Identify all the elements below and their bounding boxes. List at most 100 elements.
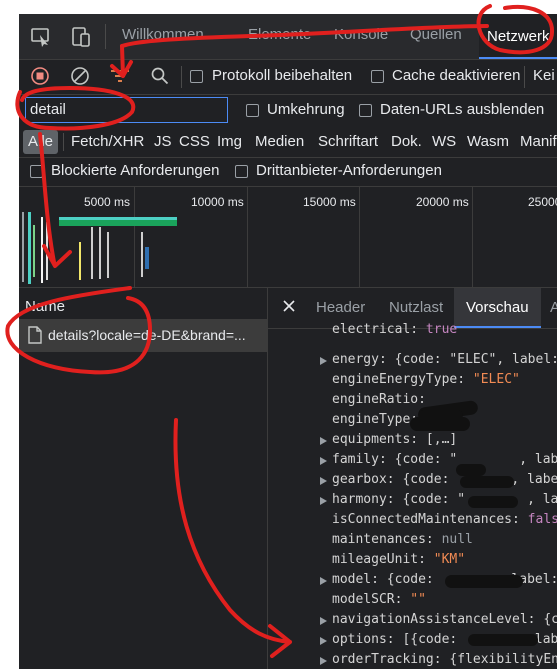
tab-payload[interactable]: Nutzlast xyxy=(389,299,443,316)
json-line-family[interactable]: family: {code: ", label: " xyxy=(332,452,557,467)
json-line-orderTracking[interactable]: orderTracking: {flexibilityEnd xyxy=(332,652,557,667)
expand-triangle-icon[interactable] xyxy=(320,457,327,465)
json-value: [{code: xyxy=(394,632,458,647)
type-all[interactable]: Alle xyxy=(23,130,59,154)
disable-cache-label: Cache deaktivieren xyxy=(392,67,521,84)
filter-input[interactable]: detail xyxy=(25,97,228,123)
resource-type-filter: Alle Fetch/XHR JS CSS Img Medien Schrift… xyxy=(19,127,557,158)
search-icon[interactable] xyxy=(151,67,169,85)
json-value-tail: , label: xyxy=(511,472,557,487)
expand-triangle-icon[interactable] xyxy=(320,637,327,645)
json-line-engineType: engineType: xyxy=(332,412,418,427)
invert-checkbox[interactable] xyxy=(246,104,259,117)
type-ws[interactable]: WS xyxy=(432,133,456,150)
tab-preview[interactable]: Vorschau xyxy=(454,288,541,328)
devtools-window: Willkommen Elemente Konsole Quellen Netz… xyxy=(19,14,557,669)
expand-triangle-icon[interactable] xyxy=(320,497,327,505)
timeline-marker xyxy=(91,227,93,279)
blocked-requests-label: Blockierte Anforderungen xyxy=(51,162,220,179)
json-value: "ELEC" xyxy=(465,372,520,387)
json-value-tail: , label: " xyxy=(519,452,557,467)
invert-label: Umkehrung xyxy=(267,101,345,118)
type-media[interactable]: Medien xyxy=(255,133,304,150)
detail-panel: Header Nutzlast Vorschau A electrical: t… xyxy=(268,288,557,669)
type-wasm[interactable]: Wasm xyxy=(467,133,509,150)
json-value: "KM" xyxy=(425,552,466,567)
type-img[interactable]: Img xyxy=(217,133,242,150)
timeline-tick: 25000 xyxy=(528,195,557,209)
network-overview[interactable]: 5000 ms 10000 ms 15000 ms 20000 ms 25000 xyxy=(19,187,557,288)
json-key: modelSCR xyxy=(332,592,395,607)
tab-welcome[interactable]: Willkommen xyxy=(122,26,204,43)
json-value: {flexibilityEnd xyxy=(441,652,557,667)
name-column-header[interactable]: Name xyxy=(25,298,65,315)
device-toolbar-icon[interactable] xyxy=(70,26,92,48)
json-key: model xyxy=(332,572,372,587)
json-line-equipments[interactable]: equipments: [,…] xyxy=(332,432,457,447)
disable-cache-checkbox[interactable] xyxy=(371,70,384,83)
blocked-requests-checkbox[interactable] xyxy=(30,165,43,178)
json-line-modelSCR: modelSCR: "" xyxy=(332,592,426,607)
json-key: energy xyxy=(332,352,379,367)
timeline-marker xyxy=(141,232,143,277)
expand-triangle-icon[interactable] xyxy=(320,357,327,365)
tab-console[interactable]: Konsole xyxy=(334,26,388,43)
json-line-gearbox[interactable]: gearbox: {code:, label: xyxy=(332,472,557,487)
json-value: "" xyxy=(402,592,426,607)
json-key: gearbox xyxy=(332,472,387,487)
type-fetch-xhr[interactable]: Fetch/XHR xyxy=(71,133,144,150)
json-key: engineType xyxy=(332,412,411,427)
expand-triangle-icon[interactable] xyxy=(320,577,327,585)
json-line-engineEnergyType: engineEnergyType: "ELEC" xyxy=(332,372,520,387)
third-party-label: Drittanbieter-Anforderungen xyxy=(256,162,442,179)
tab-headers[interactable]: Header xyxy=(316,299,365,316)
json-line-navigationAssistanceLevel[interactable]: navigationAssistanceLevel: {c xyxy=(332,612,557,627)
tab-elements[interactable]: Elemente xyxy=(248,26,311,43)
expand-triangle-icon[interactable] xyxy=(320,617,327,625)
json-value: [,…] xyxy=(418,432,458,447)
json-value: {code: xyxy=(394,472,450,487)
tab-response-partial[interactable]: A xyxy=(550,299,557,316)
type-font[interactable]: Schriftart xyxy=(318,133,378,150)
json-line-harmony[interactable]: harmony: {code: ", labe xyxy=(332,492,557,507)
request-row[interactable]: details?locale=de-DE&brand=... xyxy=(19,319,267,352)
json-key: mileageUnit xyxy=(332,552,419,567)
tab-network[interactable]: Netzwerk xyxy=(479,14,557,59)
blocked-requests-row: Blockierte Anforderungen Drittanbieter-A… xyxy=(19,158,557,187)
filter-icon[interactable] xyxy=(110,68,130,84)
expand-triangle-icon[interactable] xyxy=(320,657,327,665)
json-key: electrical xyxy=(332,322,411,337)
timeline-marker xyxy=(41,217,43,283)
type-manifest[interactable]: Manif xyxy=(520,133,557,150)
json-line-energy[interactable]: energy: {code: "ELEC", label: xyxy=(332,352,557,367)
json-value: {c xyxy=(535,612,557,627)
network-toolbar: Protokoll beibehalten Cache deaktivieren… xyxy=(19,60,557,95)
clear-icon[interactable] xyxy=(71,67,89,85)
close-icon[interactable] xyxy=(281,298,297,314)
expand-triangle-icon[interactable] xyxy=(320,477,327,485)
json-value: false xyxy=(527,512,557,527)
json-key: navigationAssistanceLevel xyxy=(332,612,528,627)
timeline-marker xyxy=(99,227,101,279)
record-stop-icon[interactable] xyxy=(31,67,49,85)
json-line-electrical: electrical: true xyxy=(332,322,458,337)
type-doc[interactable]: Dok. xyxy=(391,133,422,150)
hide-data-urls-checkbox[interactable] xyxy=(359,104,372,117)
preserve-log-checkbox[interactable] xyxy=(190,70,203,83)
type-css[interactable]: CSS xyxy=(179,133,210,150)
json-key: isConnectedMaintenances xyxy=(332,512,513,527)
redaction-scribble xyxy=(445,575,523,588)
type-js[interactable]: JS xyxy=(154,133,172,150)
expand-triangle-icon[interactable] xyxy=(320,437,327,445)
tab-sources[interactable]: Quellen xyxy=(410,26,462,43)
timeline-marker xyxy=(107,232,109,278)
json-line-isConnectedMaintenances: isConnectedMaintenances: false xyxy=(332,512,557,527)
json-key: harmony xyxy=(332,492,387,507)
json-key: family xyxy=(332,452,379,467)
timeline-bar xyxy=(33,225,35,277)
throttling-select[interactable]: Kei xyxy=(533,67,555,84)
inspect-element-icon[interactable] xyxy=(30,26,52,48)
json-line-mileageUnit: mileageUnit: "KM" xyxy=(332,552,466,567)
third-party-checkbox[interactable] xyxy=(235,165,248,178)
json-value: {code: " xyxy=(386,452,458,467)
